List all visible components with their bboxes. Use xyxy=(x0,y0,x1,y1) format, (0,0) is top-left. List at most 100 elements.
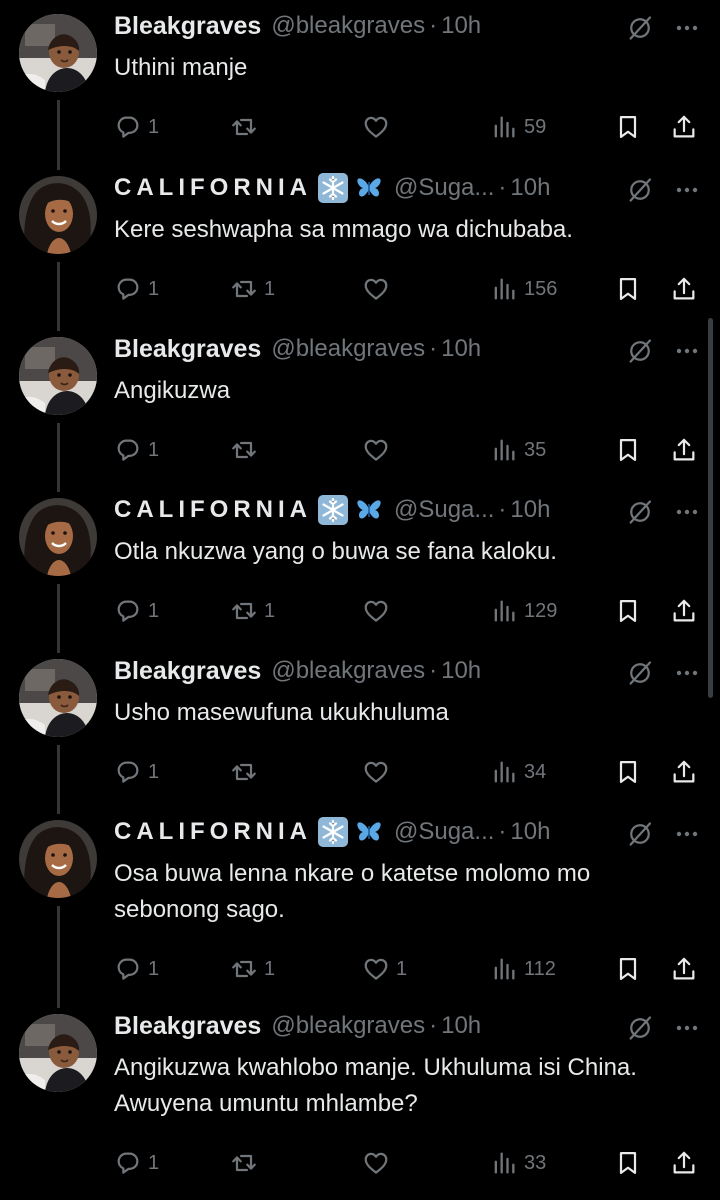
repost-button[interactable] xyxy=(230,110,264,144)
reply-button[interactable]: 1 xyxy=(114,433,159,467)
like-button[interactable] xyxy=(362,755,396,789)
author-handle[interactable]: @bleakgraves xyxy=(271,657,425,685)
more-icon[interactable] xyxy=(672,820,702,848)
views-button[interactable]: 34 xyxy=(490,755,546,789)
timestamp[interactable]: 10h xyxy=(510,496,550,524)
scrollbar[interactable] xyxy=(708,318,713,698)
grok-icon[interactable] xyxy=(626,337,654,365)
tweet-3[interactable]: Bleakgraves @bleakgraves · 10h Angikuzwa 1 35 xyxy=(0,317,720,488)
bookmark-button[interactable] xyxy=(614,433,642,467)
author-name[interactable]: Bleakgraves xyxy=(114,657,261,686)
snowflake-emoji xyxy=(318,495,348,525)
views-button[interactable]: 129 xyxy=(490,594,557,628)
more-icon[interactable] xyxy=(672,176,702,204)
repost-button[interactable]: 1 xyxy=(230,594,275,628)
repost-button[interactable] xyxy=(230,755,264,789)
author-name[interactable]: CALIFORNIA xyxy=(114,174,312,202)
tweet-4[interactable]: CALIFORNIA @Suga... · 10h Otla nkuzwa yang o… xyxy=(0,478,720,649)
avatar[interactable] xyxy=(19,820,97,898)
reply-button[interactable]: 1 xyxy=(114,755,159,789)
bookmark-button[interactable] xyxy=(614,755,642,789)
reply-button[interactable]: 1 xyxy=(114,1146,159,1180)
bookmark-button[interactable] xyxy=(614,272,642,306)
author-handle[interactable]: @Suga... xyxy=(394,818,494,846)
like-button[interactable] xyxy=(362,1146,396,1180)
like-button[interactable] xyxy=(362,110,396,144)
tweet-6[interactable]: CALIFORNIA @Suga... · 10h Osa buwa lenna nka… xyxy=(0,800,720,1004)
share-button[interactable] xyxy=(670,1146,698,1180)
tweet-7[interactable]: Bleakgraves @bleakgraves · 10h Angikuzwa kwa… xyxy=(0,994,720,1188)
author-handle[interactable]: @bleakgraves xyxy=(271,1012,425,1040)
separator-dot: · xyxy=(498,818,507,845)
timestamp[interactable]: 10h xyxy=(441,12,481,40)
views-count: 129 xyxy=(524,599,558,622)
views-icon xyxy=(490,955,518,983)
avatar[interactable] xyxy=(19,659,97,737)
repost-icon xyxy=(230,113,258,141)
views-button[interactable]: 59 xyxy=(490,110,546,144)
avatar[interactable] xyxy=(19,337,97,415)
author-name[interactable]: CALIFORNIA xyxy=(114,496,312,524)
avatar-image xyxy=(19,498,97,576)
avatar[interactable] xyxy=(19,498,97,576)
timestamp[interactable]: 10h xyxy=(441,335,481,363)
grok-icon[interactable] xyxy=(626,14,654,42)
more-icon[interactable] xyxy=(672,337,702,365)
avatar[interactable] xyxy=(19,1014,97,1092)
like-button[interactable]: 1 xyxy=(362,952,407,986)
bookmark-button[interactable] xyxy=(614,110,642,144)
author-handle[interactable]: @Suga... xyxy=(394,174,494,202)
bookmark-button[interactable] xyxy=(614,952,642,986)
grok-icon[interactable] xyxy=(626,820,654,848)
author-handle[interactable]: @bleakgraves xyxy=(271,335,425,363)
timestamp[interactable]: 10h xyxy=(441,1012,481,1040)
timestamp[interactable]: 10h xyxy=(510,174,550,202)
reply-button[interactable]: 1 xyxy=(114,110,159,144)
bookmark-icon xyxy=(614,1149,642,1177)
repost-button[interactable] xyxy=(230,1146,264,1180)
repost-button[interactable]: 1 xyxy=(230,952,275,986)
grok-icon[interactable] xyxy=(626,176,654,204)
grok-icon[interactable] xyxy=(626,498,654,526)
views-button[interactable]: 33 xyxy=(490,1146,546,1180)
tweet-2[interactable]: CALIFORNIA @Suga... · 10h Kere seshwapha sa … xyxy=(0,156,720,327)
avatar[interactable] xyxy=(19,14,97,92)
avatar[interactable] xyxy=(19,176,97,254)
share-button[interactable] xyxy=(670,755,698,789)
share-button[interactable] xyxy=(670,272,698,306)
reply-button[interactable]: 1 xyxy=(114,952,159,986)
bookmark-button[interactable] xyxy=(614,594,642,628)
repost-button[interactable]: 1 xyxy=(230,272,275,306)
share-button[interactable] xyxy=(670,433,698,467)
timestamp[interactable]: 10h xyxy=(510,818,550,846)
reply-button[interactable]: 1 xyxy=(114,594,159,628)
author-name[interactable]: Bleakgraves xyxy=(114,12,261,41)
share-button[interactable] xyxy=(670,952,698,986)
more-icon[interactable] xyxy=(672,14,702,42)
tweet-1[interactable]: Bleakgraves @bleakgraves · 10h Uthini manje 1… xyxy=(0,0,720,166)
tweet-text: Kere seshwapha sa mmago wa dichubaba. xyxy=(114,216,573,243)
more-icon[interactable] xyxy=(672,498,702,526)
grok-icon[interactable] xyxy=(626,659,654,687)
repost-button[interactable] xyxy=(230,433,264,467)
views-button[interactable]: 112 xyxy=(490,952,556,986)
grok-icon[interactable] xyxy=(626,1014,654,1042)
share-button[interactable] xyxy=(670,594,698,628)
like-button[interactable] xyxy=(362,433,396,467)
bookmark-button[interactable] xyxy=(614,1146,642,1180)
share-button[interactable] xyxy=(670,110,698,144)
like-button[interactable] xyxy=(362,272,396,306)
more-icon[interactable] xyxy=(672,1014,702,1042)
timestamp[interactable]: 10h xyxy=(441,657,481,685)
views-button[interactable]: 35 xyxy=(490,433,546,467)
author-handle[interactable]: @Suga... xyxy=(394,496,494,524)
author-name[interactable]: CALIFORNIA xyxy=(114,818,312,846)
reply-button[interactable]: 1 xyxy=(114,272,159,306)
more-icon[interactable] xyxy=(672,659,702,687)
author-name[interactable]: Bleakgraves xyxy=(114,1012,261,1041)
author-name[interactable]: Bleakgraves xyxy=(114,335,261,364)
tweet-5[interactable]: Bleakgraves @bleakgraves · 10h Usho masewufu… xyxy=(0,639,720,810)
views-button[interactable]: 156 xyxy=(490,272,557,306)
author-handle[interactable]: @bleakgraves xyxy=(271,12,425,40)
like-button[interactable] xyxy=(362,594,396,628)
